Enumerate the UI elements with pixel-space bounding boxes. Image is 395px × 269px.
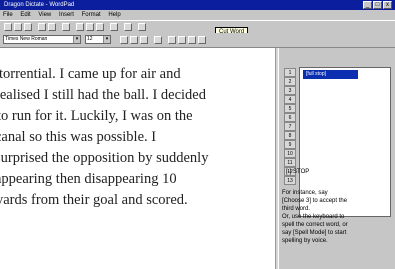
standard-toolbar [0,20,395,34]
chevron-down-icon[interactable]: ▾ [73,36,80,43]
choice-number[interactable]: 7 [284,122,296,131]
document-line: surprised the opposition by suddenly [0,150,209,166]
help-line: Or, use the keyboard to [282,214,345,220]
application-window: Dragon Dictate - WordPad _ □ x File Edit… [0,0,395,269]
choice-number[interactable]: 4 [284,95,296,104]
choice-number[interactable]: 1 [284,68,296,77]
menu-insert[interactable]: Insert [56,10,77,20]
bold-icon[interactable] [120,36,128,44]
color-icon[interactable] [154,36,162,44]
help-line: say [Spell Mode] to start [282,230,347,236]
cut-icon[interactable] [76,23,84,31]
document-line: canal so this was possible. I [0,129,157,145]
menu-view[interactable]: View [35,10,54,20]
document-line: yards from their goal and scored. [0,192,188,208]
copy-icon[interactable] [86,23,94,31]
choice-number[interactable]: 8 [284,131,296,140]
menu-bar: File Edit View Insert Format Help [0,10,395,20]
choice-number[interactable]: 10 [284,149,296,158]
font-combo-value: Times New Roman [5,36,48,42]
correction-panel: 1 2 3 4 5 6 7 8 9 10 11 12 13 [full stop… [278,48,395,269]
menu-help[interactable]: Help [105,10,123,20]
find-icon[interactable] [62,23,70,31]
stop-tag[interactable]: [-] STOP [286,169,309,175]
size-combo[interactable]: 12 ▾ [85,35,111,44]
chevron-down-icon[interactable]: ▾ [103,36,110,43]
selected-choice[interactable]: [full stop] [303,70,358,79]
help-line: third word. [282,206,311,212]
undo-icon[interactable] [110,23,118,31]
italic-icon[interactable] [130,36,138,44]
save-icon[interactable] [24,23,32,31]
help-line: [Choose 3] to accept the [282,198,348,204]
document-line: realised I still had the ball. I decided [0,87,206,103]
preview-icon[interactable] [48,23,56,31]
menu-format[interactable]: Format [79,10,104,20]
stop-label: STOP [293,169,310,175]
paste-icon[interactable] [96,23,104,31]
document-line: appearing then disappearing 10 [0,171,177,187]
size-combo-value: 12 [87,36,93,42]
cancel-label: [-] [286,169,292,175]
maximize-button[interactable]: □ [373,1,382,9]
print-icon[interactable] [38,23,46,31]
window-title: Dragon Dictate - WordPad [4,2,75,8]
choice-number[interactable]: 11 [284,158,296,167]
close-button[interactable]: x [383,1,392,9]
font-combo[interactable]: Times New Roman ▾ [3,35,81,44]
document-line: to run for it. Luckily, I was on the [0,108,193,124]
underline-icon[interactable] [140,36,148,44]
document-area[interactable]: torrential. I came up for air and realis… [0,48,275,269]
menu-file[interactable]: File [0,10,16,20]
help-text: For instance, say [Choose 3] to accept t… [282,189,394,245]
help-line: For instance, say [282,190,328,196]
format-toolbar: Times New Roman ▾ 12 ▾ [0,33,395,48]
align-center-icon[interactable] [178,36,186,44]
window-controls: _ □ x [363,1,392,9]
choice-number[interactable]: 6 [284,113,296,122]
choice-number[interactable]: 3 [284,86,296,95]
date-icon[interactable] [124,23,132,31]
title-bar[interactable]: Dragon Dictate - WordPad _ □ x [0,0,395,10]
document-line: torrential. I came up for air and [0,66,181,82]
new-icon[interactable] [4,23,12,31]
choice-number[interactable]: 9 [284,140,296,149]
align-left-icon[interactable] [168,36,176,44]
help-line: spell the correct word, or [282,222,348,228]
choice-number[interactable]: 5 [284,104,296,113]
choice-number[interactable]: 13 [284,176,296,185]
menu-edit[interactable]: Edit [17,10,33,20]
open-icon[interactable] [14,23,22,31]
help-line: spelling by voice. [282,238,328,244]
choice-number[interactable]: 2 [284,77,296,86]
object-icon[interactable] [138,23,146,31]
align-right-icon[interactable] [188,36,196,44]
bullets-icon[interactable] [198,36,206,44]
minimize-button[interactable]: _ [363,1,372,9]
